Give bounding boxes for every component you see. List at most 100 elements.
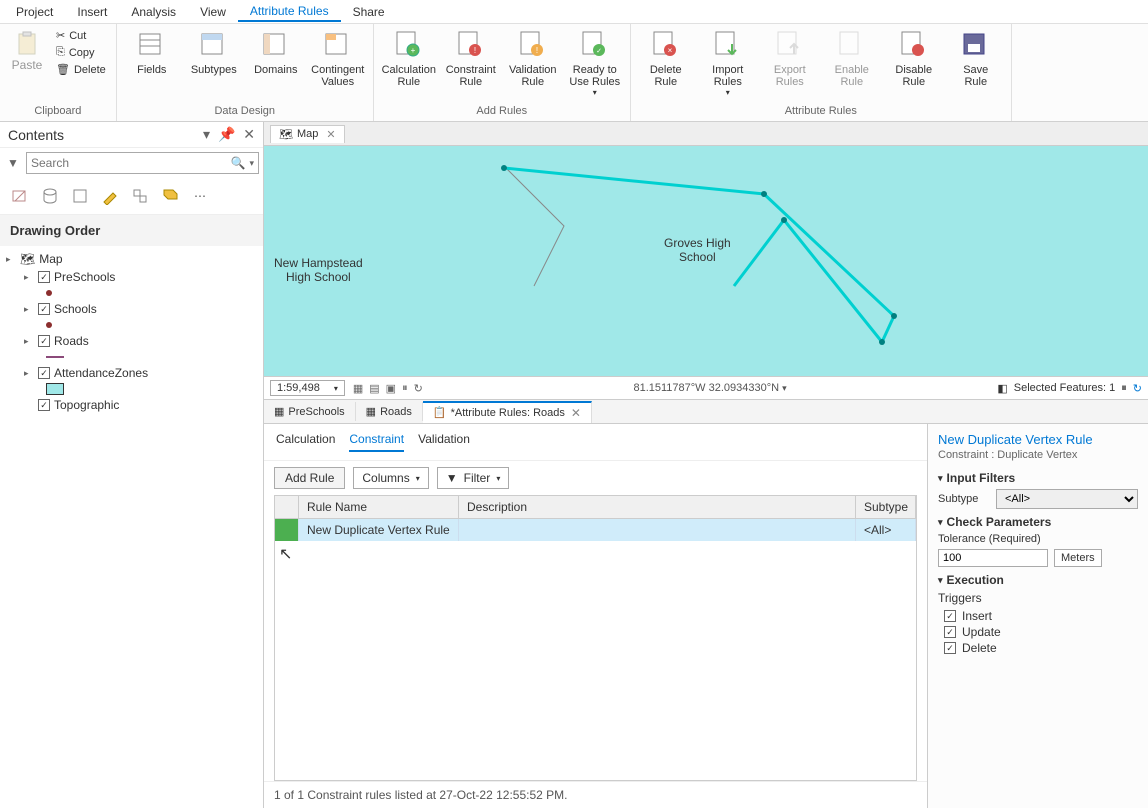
map-label-groves: Groves HighSchool bbox=[664, 236, 731, 264]
checkbox[interactable]: ✓ bbox=[38, 367, 50, 379]
tree-map[interactable]: ▸ 🗺 Map bbox=[6, 250, 257, 268]
copy-button[interactable]: ⎘Copy bbox=[52, 45, 110, 60]
calc-label: CalculationRule bbox=[382, 64, 436, 88]
validation-rule-button[interactable]: !ValidationRule bbox=[504, 28, 562, 90]
checkbox[interactable]: ✓ bbox=[944, 642, 956, 654]
constraint-rule-button[interactable]: !ConstraintRule bbox=[442, 28, 500, 90]
layer-topographic[interactable]: ✓ Topographic bbox=[6, 396, 257, 414]
filter-dropdown[interactable]: ▼Filter▾ bbox=[437, 467, 510, 489]
refresh-icon[interactable]: ↻ bbox=[1133, 382, 1142, 395]
section-check-parameters[interactable]: ▾Check Parameters bbox=[938, 515, 1138, 529]
collapse-icon[interactable]: ▸ bbox=[24, 304, 34, 315]
subtab-calculation[interactable]: Calculation bbox=[276, 432, 335, 452]
add-rule-button[interactable]: Add Rule bbox=[274, 467, 345, 489]
list-by-editing-icon[interactable] bbox=[98, 184, 122, 208]
menu-analysis[interactable]: Analysis bbox=[119, 3, 188, 21]
row-marker[interactable] bbox=[275, 519, 299, 541]
checkbox[interactable]: ✓ bbox=[38, 399, 50, 411]
layer-schools[interactable]: ▸ ✓ Schools bbox=[6, 300, 257, 318]
delete-rule-button[interactable]: ×DeleteRule bbox=[637, 28, 695, 90]
search-icon[interactable]: 🔍 bbox=[231, 156, 246, 170]
collapse-icon[interactable]: ▸ bbox=[6, 254, 16, 265]
paste-button[interactable]: Paste bbox=[6, 28, 48, 74]
tab-attribute-rules-roads[interactable]: 📋*Attribute Rules: Roads✕ bbox=[423, 401, 592, 423]
trigger-insert-row[interactable]: ✓Insert bbox=[944, 609, 1138, 623]
section-input-filters[interactable]: ▾Input Filters bbox=[938, 471, 1138, 485]
menu-project[interactable]: Project bbox=[4, 3, 65, 21]
chevron-down-icon: ▾ bbox=[334, 384, 338, 393]
scale-selector[interactable]: 1:59,498▾ bbox=[270, 380, 345, 396]
domains-icon bbox=[260, 30, 292, 62]
import-rules-button[interactable]: ImportRules▾ bbox=[699, 28, 757, 99]
col-description[interactable]: Description bbox=[459, 496, 856, 518]
layer-preschools[interactable]: ▸ ✓ PreSchools bbox=[6, 268, 257, 286]
col-subtype[interactable]: Subtype bbox=[856, 496, 916, 518]
cut-button[interactable]: ✂Cut bbox=[52, 28, 110, 43]
columns-dropdown[interactable]: Columns▾ bbox=[353, 467, 428, 489]
section-execution[interactable]: ▾Execution bbox=[938, 573, 1138, 587]
search-box[interactable]: 🔍 ▾ bbox=[26, 152, 259, 174]
coordinates[interactable]: 81.1511787°W 32.0934330°N ▾ bbox=[431, 382, 990, 394]
layer-attendance-zones[interactable]: ▸ ✓ AttendanceZones bbox=[6, 364, 257, 382]
menu-attribute-rules[interactable]: Attribute Rules bbox=[238, 2, 341, 22]
checkbox[interactable]: ✓ bbox=[944, 626, 956, 638]
trigger-delete-row[interactable]: ✓Delete bbox=[944, 641, 1138, 655]
save-rule-button[interactable]: SaveRule bbox=[947, 28, 1005, 90]
domains-button[interactable]: Domains bbox=[247, 28, 305, 78]
export-rules-button[interactable]: ExportRules bbox=[761, 28, 819, 90]
subtab-constraint[interactable]: Constraint bbox=[349, 432, 404, 452]
disable-rule-button[interactable]: DisableRule bbox=[885, 28, 943, 90]
grid-icon[interactable]: ▦ bbox=[353, 382, 363, 395]
checkbox[interactable]: ✓ bbox=[38, 271, 50, 283]
tolerance-unit[interactable]: Meters bbox=[1054, 549, 1102, 567]
layer-roads[interactable]: ▸ ✓ Roads bbox=[6, 332, 257, 350]
menu-share[interactable]: Share bbox=[341, 3, 397, 21]
calculation-rule-button[interactable]: +CalculationRule bbox=[380, 28, 438, 90]
map-tab[interactable]: 🗺 Map ✕ bbox=[270, 125, 345, 143]
subtypes-button[interactable]: Subtypes bbox=[185, 28, 243, 78]
chevron-down-icon[interactable]: ▾ bbox=[203, 126, 210, 142]
contingent-values-button[interactable]: ContingentValues bbox=[309, 28, 367, 90]
checkbox[interactable]: ✓ bbox=[944, 610, 956, 622]
tolerance-input[interactable] bbox=[938, 549, 1048, 567]
subtab-validation[interactable]: Validation bbox=[418, 432, 470, 452]
grid2-icon[interactable]: ▤ bbox=[369, 382, 379, 395]
enable-rule-button[interactable]: EnableRule bbox=[823, 28, 881, 90]
close-icon[interactable]: ✕ bbox=[571, 406, 581, 420]
list-by-selection-icon[interactable] bbox=[68, 184, 92, 208]
refresh-icon[interactable]: ↻ bbox=[414, 382, 423, 395]
subtype-select[interactable]: <All> bbox=[996, 489, 1138, 509]
close-icon[interactable]: ✕ bbox=[243, 126, 255, 142]
menu-view[interactable]: View bbox=[188, 3, 238, 21]
attribute-rules-view: Calculation Constraint Validation Add Ru… bbox=[264, 424, 1148, 808]
collapse-icon[interactable]: ▸ bbox=[24, 368, 34, 379]
collapse-icon[interactable]: ▸ bbox=[24, 272, 34, 283]
collapse-icon[interactable]: ▸ bbox=[24, 336, 34, 347]
pause-icon[interactable]: ⏸ bbox=[402, 382, 408, 395]
list-by-source-icon[interactable] bbox=[38, 184, 62, 208]
list-by-drawing-icon[interactable] bbox=[8, 184, 32, 208]
search-input[interactable] bbox=[31, 156, 231, 170]
table-row[interactable]: New Duplicate Vertex Rule <All> bbox=[275, 519, 916, 541]
filter-icon[interactable]: ▼ bbox=[4, 156, 22, 170]
ready-to-use-rules-button[interactable]: ✓Ready toUse Rules▾ bbox=[566, 28, 624, 99]
menu-insert[interactable]: Insert bbox=[65, 3, 119, 21]
pause-icon[interactable]: ⏸ bbox=[1121, 382, 1127, 395]
chevron-down-icon[interactable]: ▾ bbox=[245, 158, 254, 169]
snap-icon[interactable]: ▣ bbox=[386, 382, 396, 395]
map-view[interactable]: New HampsteadHigh School Groves HighScho… bbox=[264, 146, 1148, 376]
pin-icon[interactable]: 📌 bbox=[218, 126, 235, 142]
delete-button[interactable]: 🗑Delete bbox=[52, 62, 110, 77]
trigger-update-row[interactable]: ✓Update bbox=[944, 625, 1138, 639]
close-icon[interactable]: ✕ bbox=[326, 128, 335, 141]
tab-preschools[interactable]: ▦PreSchools bbox=[264, 402, 356, 421]
col-select[interactable] bbox=[275, 496, 299, 518]
checkbox[interactable]: ✓ bbox=[38, 335, 50, 347]
more-icon[interactable]: ⋯ bbox=[188, 184, 212, 208]
tab-roads[interactable]: ▦Roads bbox=[356, 402, 423, 421]
list-by-labeling-icon[interactable] bbox=[158, 184, 182, 208]
checkbox[interactable]: ✓ bbox=[38, 303, 50, 315]
col-rule-name[interactable]: Rule Name bbox=[299, 496, 459, 518]
list-by-snapping-icon[interactable] bbox=[128, 184, 152, 208]
fields-button[interactable]: Fields bbox=[123, 28, 181, 78]
